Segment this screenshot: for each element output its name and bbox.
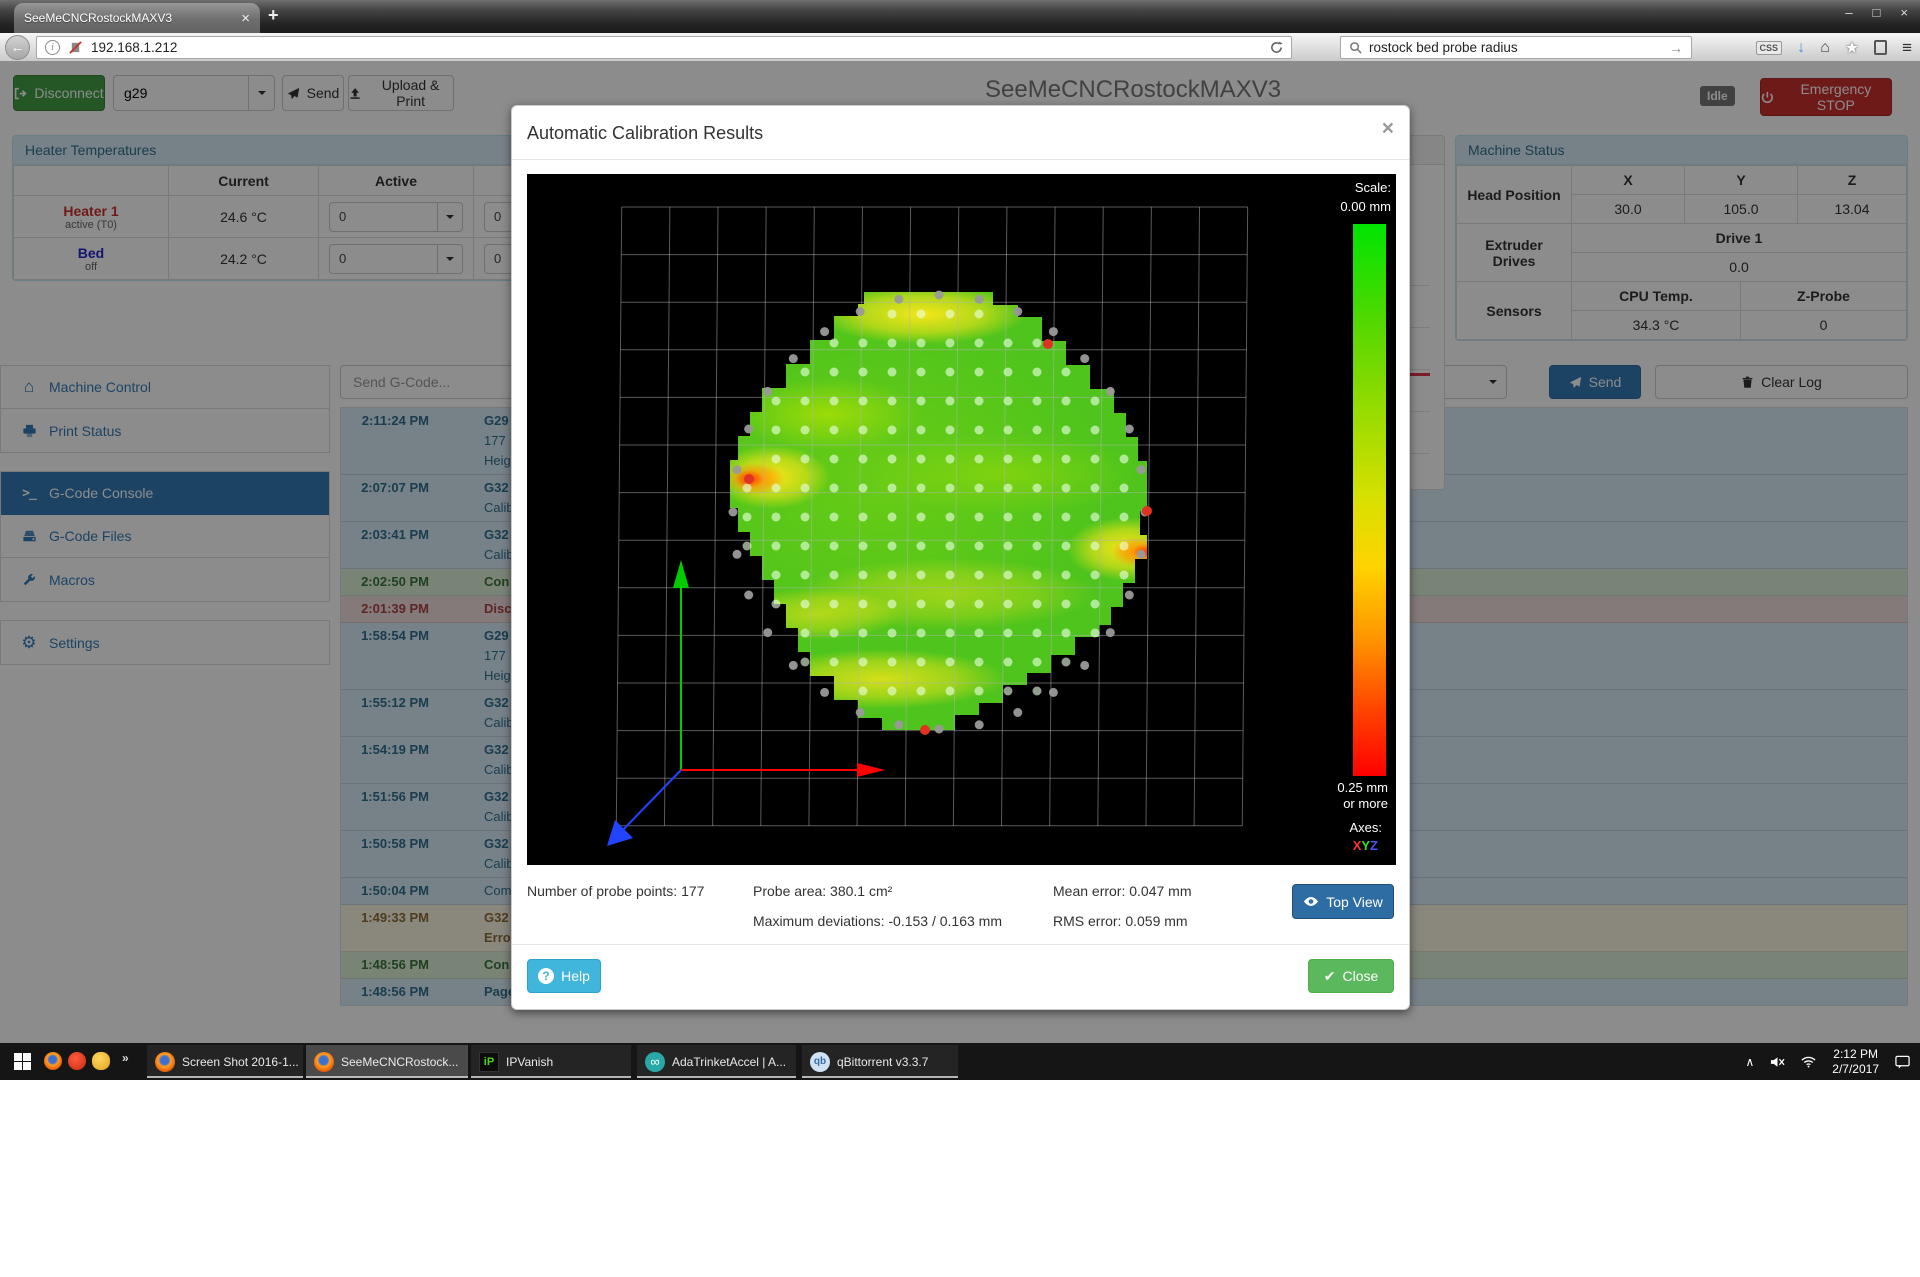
scale-bottom-value: 0.25 mm (1337, 780, 1388, 795)
browser-tab-bar: SeeMeCNCRostockMAXV3 × + – □ × (0, 0, 1920, 33)
new-tab-button[interactable]: + (268, 5, 279, 26)
home-icon[interactable]: ⌂ (1820, 39, 1830, 57)
heightmap-error-patches (657, 284, 1187, 709)
axes-label: Axes: (1349, 820, 1382, 835)
window-close-button[interactable]: × (1900, 5, 1908, 20)
site-info-icon[interactable]: i (45, 40, 60, 55)
firefox-icon (155, 1052, 175, 1072)
url-text[interactable]: 192.168.1.212 (91, 40, 177, 55)
scale-top-value: 0.00 mm (1340, 199, 1391, 214)
volume-muted-icon[interactable] (1770, 1056, 1785, 1068)
taskbar-button-qbittorrent-v3-3-7[interactable]: qb qBittorrent v3.3.7 (802, 1045, 958, 1078)
tab-title: SeeMeCNCRostockMAXV3 (24, 11, 233, 25)
pocket-icon[interactable] (1874, 40, 1887, 55)
stat-max-deviations: Maximum deviations: -0.153 / 0.163 mm (753, 913, 1002, 929)
tray-date: 2/7/2017 (1832, 1062, 1879, 1076)
help-button[interactable]: ? Help (527, 959, 601, 993)
quicklaunch-app-icon[interactable] (68, 1052, 86, 1070)
scale-gradient-bar (1353, 224, 1386, 776)
overflow-chevron[interactable]: » (122, 1051, 129, 1065)
stat-rms-error: RMS error: 0.059 mm (1053, 913, 1188, 929)
search-bar[interactable]: → (1340, 36, 1692, 59)
modal-close-button[interactable]: ✔ Close (1308, 959, 1394, 993)
css-toggle-icon[interactable]: CSS (1756, 41, 1783, 55)
download-icon[interactable]: ↓ (1797, 39, 1805, 57)
ipvanish-icon: iP (479, 1052, 499, 1072)
eye-icon (1303, 896, 1319, 907)
app-viewport: Disconnect Send Upload & Print SeeMeCNCR… (0, 62, 1920, 1043)
calibration-modal: Automatic Calibration Results × (511, 105, 1410, 1010)
taskbar: » Screen Shot 2016-1... SeeMeCNCRostock..… (0, 1043, 1920, 1080)
stat-probe-points: Number of probe points: 177 (527, 883, 704, 899)
taskbar-button-label: SeeMeCNCRostock... (341, 1055, 458, 1069)
taskbar-button-screen-shot-2016-1-[interactable]: Screen Shot 2016-1... (147, 1045, 303, 1078)
clock[interactable]: 2:12 PM 2/7/2017 (1832, 1047, 1879, 1077)
taskbar-button-label: IPVanish (506, 1055, 553, 1069)
browser-nav-bar: ← i 192.168.1.212 → CSS ↓ ⌂ ★ ≡ (0, 33, 1920, 62)
modal-title: Automatic Calibration Results (512, 106, 1409, 160)
check-icon: ✔ (1324, 968, 1336, 985)
wifi-icon[interactable] (1801, 1056, 1816, 1068)
refresh-icon[interactable] (1270, 41, 1283, 54)
back-button[interactable]: ← (5, 35, 30, 60)
browser-tab[interactable]: SeeMeCNCRostockMAXV3 × (14, 3, 260, 33)
search-go-icon[interactable]: → (1669, 40, 1683, 56)
qb-icon: qb (810, 1052, 830, 1072)
modal-footer: ? Help ✔ Close (512, 944, 1409, 1009)
bookmark-star-icon[interactable]: ★ (1845, 38, 1859, 58)
scale-bottom-more: or more (1343, 796, 1388, 811)
action-center-icon[interactable] (1895, 1055, 1910, 1069)
url-bar[interactable]: i 192.168.1.212 (36, 36, 1292, 59)
content-blocked-icon[interactable] (69, 41, 82, 54)
system-tray: ∧ 2:12 PM 2/7/2017 (1745, 1043, 1920, 1080)
tray-time: 2:12 PM (1833, 1047, 1878, 1061)
taskbar-button-ipvanish[interactable]: iP IPVanish (471, 1045, 631, 1078)
window-minimize-button[interactable]: – (1845, 5, 1852, 20)
taskbar-button-label: Screen Shot 2016-1... (182, 1055, 299, 1069)
taskbar-button-label: qBittorrent v3.3.7 (837, 1055, 928, 1069)
taskbar-button-label: AdaTrinketAccel | A... (672, 1055, 786, 1069)
stat-probe-area: Probe area: 380.1 cm² (753, 883, 892, 899)
quicklaunch-firefox-icon[interactable] (44, 1052, 62, 1070)
scale-label: Scale: (1355, 180, 1391, 195)
top-view-button[interactable]: Top View (1292, 884, 1394, 919)
search-input[interactable] (1369, 40, 1662, 55)
start-button[interactable] (14, 1053, 31, 1070)
menu-icon[interactable]: ≡ (1902, 38, 1912, 58)
question-icon: ? (538, 968, 554, 984)
taskbar-button-seemecncrostock-[interactable]: SeeMeCNCRostock... (306, 1045, 468, 1078)
screen: SeeMeCNCRostockMAXV3 × + – □ × ← i 192.1… (0, 0, 1920, 1277)
tray-chevron-icon[interactable]: ∧ (1745, 1055, 1754, 1069)
modal-close-icon[interactable]: × (1382, 118, 1394, 139)
heightmap-canvas: Scale: 0.00 mm 0.25 mm or more Axes: XYZ (527, 174, 1396, 865)
quicklaunch-mail-icon[interactable] (92, 1052, 110, 1070)
stat-mean-error: Mean error: 0.047 mm (1053, 883, 1192, 899)
heightmap-svg (527, 174, 1396, 865)
taskbar-button-adatrinketaccel-a-[interactable]: ∞ AdaTrinketAccel | A... (637, 1045, 796, 1078)
ada-icon: ∞ (645, 1052, 665, 1072)
search-icon (1349, 41, 1362, 54)
window-maximize-button[interactable]: □ (1873, 5, 1881, 20)
axes-letters: XYZ (1353, 838, 1378, 853)
firefox-icon (314, 1052, 334, 1072)
tab-close-icon[interactable]: × (241, 11, 250, 26)
